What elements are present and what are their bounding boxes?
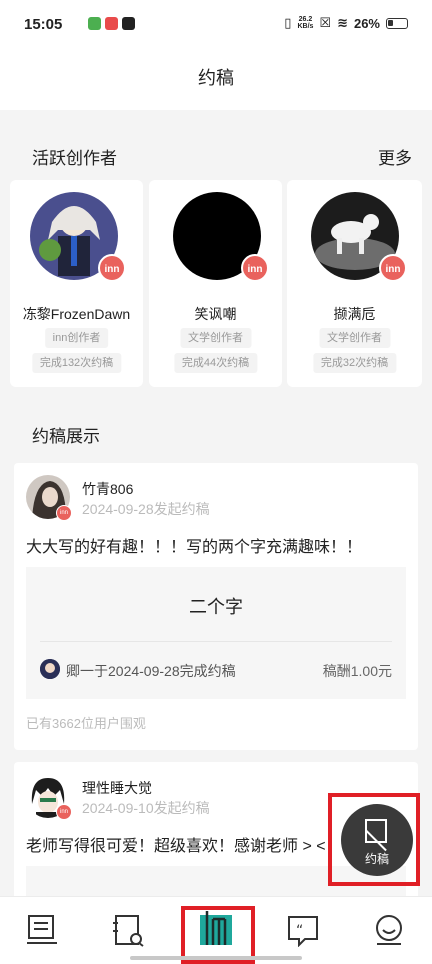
- smiley-profile-icon: [376, 915, 402, 945]
- tiktok-notification-icon: [122, 17, 135, 30]
- home-indicator: [130, 956, 302, 960]
- inn-badge-icon: inn: [241, 254, 269, 282]
- wifi-icon: ≋: [337, 15, 348, 30]
- post-date: 2024-09-28发起约稿: [82, 501, 210, 517]
- divider: [40, 641, 392, 642]
- battery-icon: [386, 17, 408, 29]
- battery-percent: 26%: [353, 15, 380, 31]
- page-header: 约稿: [0, 50, 432, 110]
- creator-name: 冻黎FrozenDawn: [22, 306, 131, 322]
- creator-tag: inn创作者: [44, 328, 109, 348]
- document-stack-icon: [27, 915, 57, 944]
- view-count: 已有3662位用户围观: [26, 716, 146, 731]
- post-text: 老师写得很可爱！超级喜欢！感谢老师 > <: [26, 838, 326, 855]
- creator-list: inn 冻黎FrozenDawn inn创作者 完成132次约稿 inn 笑讽嘲…: [10, 180, 422, 387]
- creator-stats: 完成132次约稿: [31, 353, 122, 373]
- writer-avatar: [40, 659, 60, 679]
- quote-bubble-icon: “: [288, 916, 318, 948]
- creator-tag: 文学创作者: [180, 328, 251, 348]
- fab-label: 约稿: [364, 852, 389, 866]
- creator-stats: 完成32次约稿: [312, 353, 397, 373]
- creator-card[interactable]: inn 撷满卮 文学创作者 完成32次约稿: [287, 180, 422, 387]
- creator-stats: 完成44次约稿: [173, 353, 258, 373]
- commission-work-card[interactable]: 二个字 卿一于2024-09-28完成约稿 稿酬1.00元: [26, 567, 406, 699]
- commission-fab-button[interactable]: 约稿: [341, 804, 413, 876]
- showcase-header: 约稿展示: [0, 412, 432, 452]
- inn-badge-icon: inn: [56, 804, 72, 820]
- inn-badge-icon: inn: [56, 505, 72, 521]
- completion-info: 卿一于2024-09-28完成约稿: [66, 663, 236, 679]
- page-title: 约稿: [198, 68, 234, 88]
- creator-name: 撷满卮: [333, 306, 376, 322]
- showcase-title: 约稿展示: [32, 427, 100, 446]
- more-creators-link[interactable]: 更多: [378, 144, 412, 169]
- post-text: 大大写的好有趣！！！写的两个字充满趣味！！: [26, 539, 363, 556]
- nav-documents[interactable]: [23, 913, 63, 947]
- post-username[interactable]: 理性睡大觉: [82, 778, 152, 798]
- inn-badge-icon: inn: [98, 254, 126, 282]
- creator-tag: 文学创作者: [319, 328, 390, 348]
- status-bar: 15:05 ▯ 26.2 KB/s ☒ ≋ 26%: [0, 0, 432, 50]
- network-speed: 26.2 KB/s: [297, 16, 314, 30]
- commission-post[interactable]: inn 竹青806 2024-09-28发起约稿 大大写的好有趣！！！写的两个字…: [14, 463, 418, 750]
- post-username[interactable]: 竹青806: [82, 479, 133, 499]
- nav-quotes[interactable]: “: [283, 913, 323, 948]
- notification-icons: [88, 17, 135, 30]
- app-notification-icon: [88, 17, 101, 30]
- creator-card[interactable]: inn 冻黎FrozenDawn inn创作者 完成132次约稿: [10, 180, 143, 387]
- active-creators-header: 活跃创作者 更多: [0, 134, 432, 174]
- commission-fee: 稿酬1.00元: [322, 663, 392, 679]
- nav-notebook[interactable]: [108, 913, 148, 947]
- vibrate-icon: ▯: [284, 15, 292, 30]
- signal-off-icon: ☒: [319, 15, 332, 30]
- svg-text:“: “: [296, 923, 303, 939]
- creator-name: 笑讽嘲: [194, 306, 237, 322]
- status-time: 15:05: [24, 16, 63, 33]
- work-title: 二个字: [189, 597, 243, 617]
- active-creators-title: 活跃创作者: [32, 149, 117, 168]
- app-notification-icon: [105, 17, 118, 30]
- notebook-search-icon: [113, 915, 144, 947]
- nav-profile[interactable]: [369, 913, 409, 947]
- creator-card[interactable]: inn 笑讽嘲 文学创作者 完成44次约稿: [149, 180, 282, 387]
- post-date: 2024-09-10发起约稿: [82, 800, 210, 816]
- edit-square-icon: [365, 819, 387, 843]
- inn-badge-icon: inn: [379, 254, 407, 282]
